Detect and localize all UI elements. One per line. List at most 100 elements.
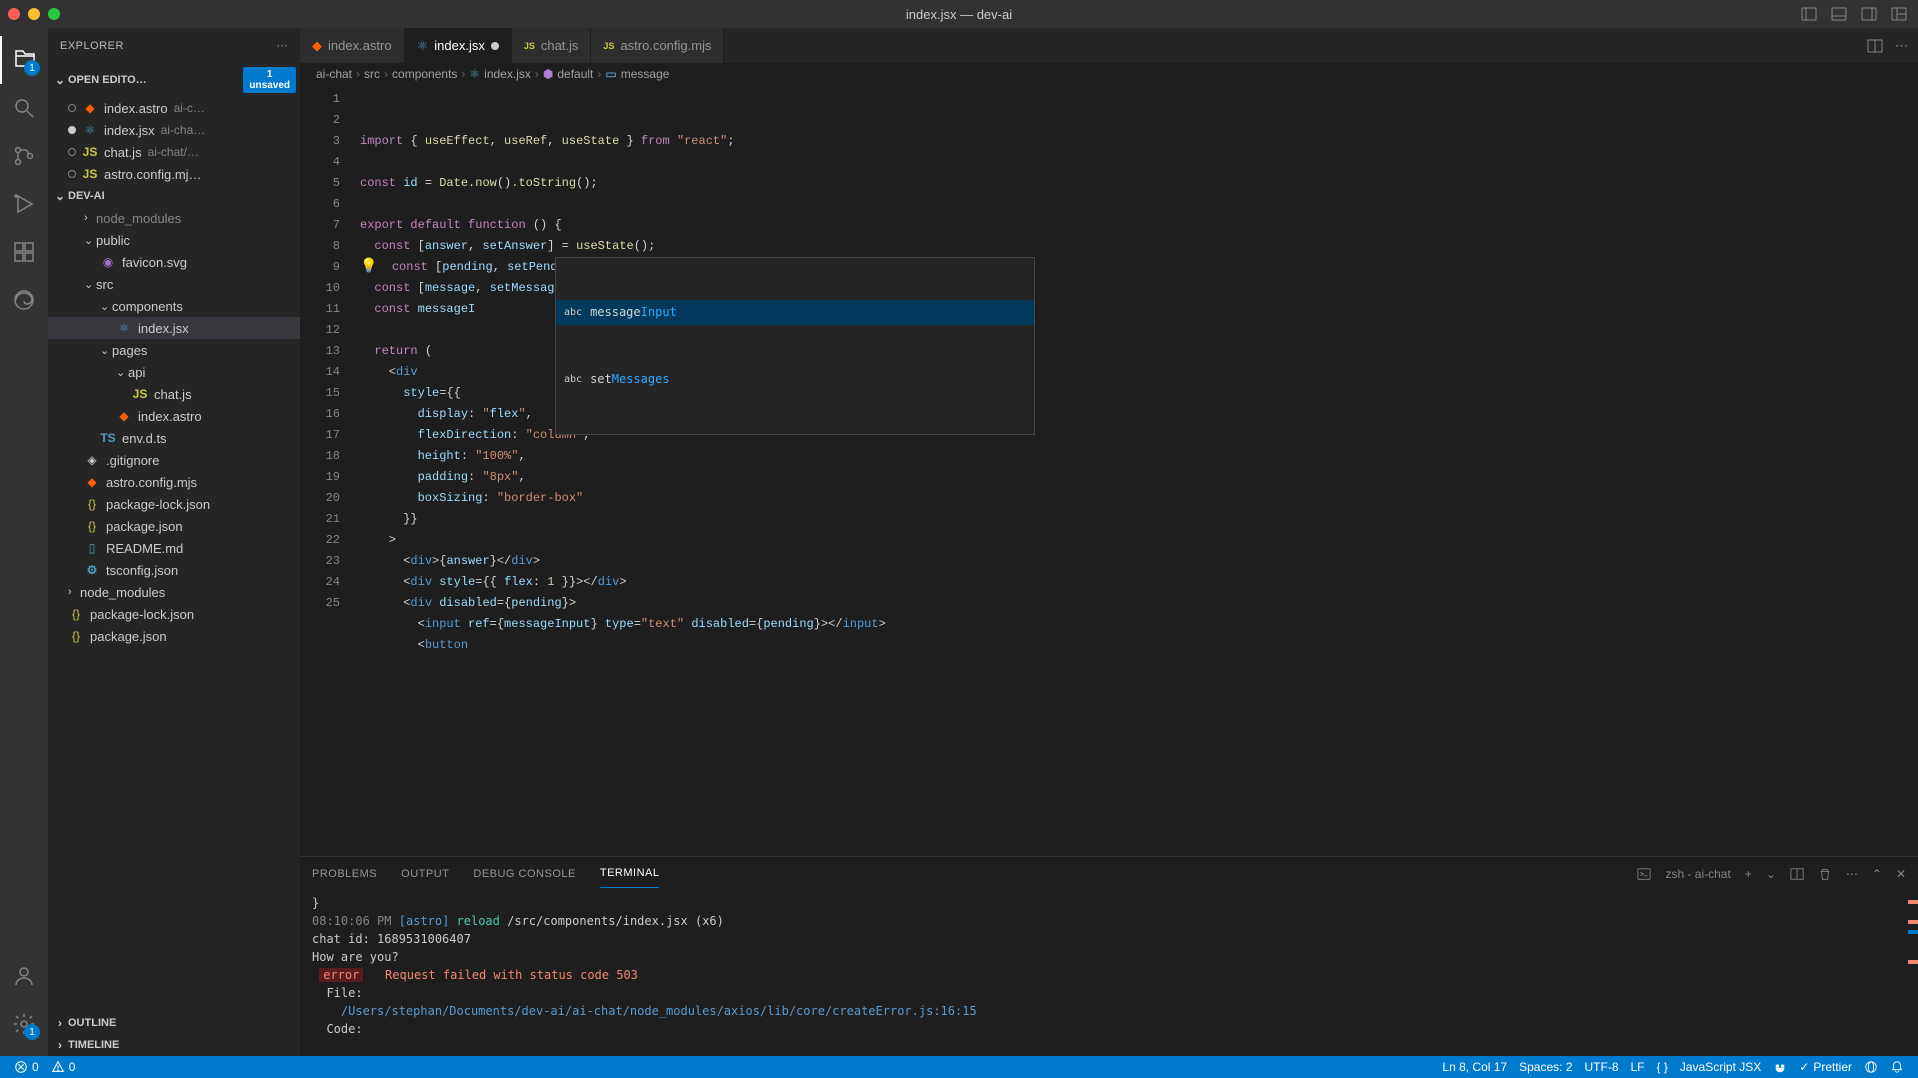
terminal-output[interactable]: } 08:10:06 PM [astro] reload /src/compon… (300, 890, 1918, 1056)
status-prettier[interactable]: ✓Prettier (1793, 1060, 1858, 1074)
folder-item[interactable]: ⌄pages (48, 339, 300, 361)
folder-item[interactable]: ⌄components (48, 295, 300, 317)
symbol-text-icon: abc (564, 302, 582, 323)
more-actions-icon[interactable]: ⋯ (1895, 38, 1908, 54)
status-eol[interactable]: LF (1625, 1060, 1651, 1074)
activity-settings[interactable]: 1 (0, 1000, 48, 1048)
close-editor-icon[interactable] (68, 148, 76, 156)
status-warnings[interactable]: 0 (45, 1056, 82, 1078)
activity-edge[interactable] (0, 276, 48, 324)
file-item[interactable]: ◆astro.config.mjs (48, 471, 300, 493)
titlebar: index.jsx — dev-ai (0, 0, 1918, 28)
status-indentation[interactable]: Spaces: 2 (1513, 1060, 1578, 1074)
status-encoding[interactable]: UTF-8 (1579, 1060, 1625, 1074)
folder-item[interactable]: ⌄api (48, 361, 300, 383)
lightbulb-icon[interactable]: 💡 (360, 259, 377, 275)
maximize-window-button[interactable] (48, 8, 60, 20)
panel-tab-output[interactable]: OUTPUT (401, 860, 449, 888)
more-icon[interactable]: ⋯ (277, 39, 289, 52)
tab-index-jsx[interactable]: ⚛ index.jsx (405, 28, 512, 63)
timeline-section[interactable]: › TIMELINE (48, 1034, 300, 1056)
status-feedback-icon[interactable] (1858, 1060, 1884, 1074)
activity-search[interactable] (0, 84, 48, 132)
tab-chat-js[interactable]: JS chat.js (512, 28, 592, 63)
file-item[interactable]: {}package-lock.json (48, 493, 300, 515)
svg-file-icon: ◉ (100, 254, 116, 270)
outline-section[interactable]: › OUTLINE (48, 1012, 300, 1034)
file-item[interactable]: {}package.json (48, 515, 300, 537)
activity-accounts[interactable] (0, 952, 48, 1000)
close-window-button[interactable] (8, 8, 20, 20)
file-item[interactable]: JSchat.js (48, 383, 300, 405)
folder-item[interactable]: ⌄public (48, 229, 300, 251)
breadcrumb-item[interactable]: src (364, 67, 380, 81)
chevron-down-icon: ⌄ (52, 73, 68, 87)
intellisense-popup[interactable]: abc messageInput abc setMessages (555, 257, 1035, 435)
line-numbers: 1234567891011121314151617181920212223242… (300, 85, 360, 856)
breadcrumb-item[interactable]: ai-chat (316, 67, 352, 81)
layout-sidebar-left-icon[interactable] (1798, 3, 1820, 25)
folder-item[interactable]: ⌄src (48, 273, 300, 295)
more-icon[interactable]: ⋯ (1846, 867, 1858, 881)
folder-item[interactable]: ›node_modules (48, 581, 300, 603)
breadcrumb-item[interactable]: components (392, 67, 457, 81)
breadcrumb-item[interactable]: ▭ message (605, 67, 669, 81)
file-item[interactable]: {}package-lock.json (48, 603, 300, 625)
layout-sidebar-right-icon[interactable] (1858, 3, 1880, 25)
activity-source-control[interactable] (0, 132, 48, 180)
layout-panel-icon[interactable] (1828, 3, 1850, 25)
activity-extensions[interactable] (0, 228, 48, 276)
project-section[interactable]: ⌄ DEV-AI (48, 185, 300, 207)
file-item[interactable]: TSenv.d.ts (48, 427, 300, 449)
status-bell-icon[interactable] (1884, 1060, 1910, 1074)
status-language[interactable]: JavaScript JSX (1674, 1060, 1767, 1074)
terminal-label[interactable]: zsh - ai-chat (1665, 867, 1730, 881)
editor-body[interactable]: 1234567891011121314151617181920212223242… (300, 85, 1918, 856)
code-content[interactable]: import { useEffect, useRef, useState } f… (360, 85, 1918, 856)
suggest-item[interactable]: abc setMessages (556, 367, 1034, 392)
tab-astro-config[interactable]: JS astro.config.mjs (591, 28, 724, 63)
file-item[interactable]: ▯README.md (48, 537, 300, 559)
open-editor-item[interactable]: ◆ index.astro ai-c… (48, 97, 300, 119)
open-editor-item[interactable]: ⚛ index.jsx ai-cha… (48, 119, 300, 141)
chevron-right-icon: › (52, 1016, 68, 1030)
customize-layout-icon[interactable] (1888, 3, 1910, 25)
close-editor-icon[interactable] (68, 170, 76, 178)
folder-item[interactable]: ›node_modules (48, 207, 300, 229)
kill-terminal-icon[interactable] (1818, 867, 1832, 881)
open-editor-item[interactable]: JS astro.config.mj… (48, 163, 300, 185)
file-item[interactable]: ◆index.astro (48, 405, 300, 427)
status-errors[interactable]: 0 (8, 1056, 45, 1078)
maximize-panel-icon[interactable]: ⌃ (1872, 867, 1882, 881)
terminal-profile-icon[interactable] (1637, 867, 1651, 881)
breadcrumb-item[interactable]: ⬢ default (543, 67, 594, 81)
tsconfig-file-icon: ⚙ (84, 562, 100, 578)
terminal-dropdown-icon[interactable]: ⌄ (1766, 867, 1776, 881)
status-language-braces-icon[interactable]: { } (1651, 1060, 1674, 1074)
close-editor-icon[interactable] (68, 104, 76, 112)
suggest-item[interactable]: abc messageInput (556, 300, 1034, 325)
minimize-window-button[interactable] (28, 8, 40, 20)
activity-run-debug[interactable] (0, 180, 48, 228)
file-item[interactable]: ◉favicon.svg (48, 251, 300, 273)
file-item[interactable]: ◈.gitignore (48, 449, 300, 471)
tab-index-astro[interactable]: ◆ index.astro (300, 28, 405, 63)
react-file-icon: ⚛ (116, 320, 132, 336)
file-item[interactable]: {}package.json (48, 625, 300, 647)
panel-tab-debug-console[interactable]: DEBUG CONSOLE (473, 860, 575, 888)
new-terminal-icon[interactable]: + (1745, 867, 1752, 881)
file-item[interactable]: ⚛index.jsx (48, 317, 300, 339)
status-copilot-icon[interactable] (1767, 1060, 1793, 1074)
status-cursor-position[interactable]: Ln 8, Col 17 (1436, 1060, 1513, 1074)
panel-tab-terminal[interactable]: TERMINAL (600, 859, 660, 888)
split-terminal-icon[interactable] (1790, 867, 1804, 881)
split-editor-icon[interactable] (1867, 38, 1883, 54)
open-editor-item[interactable]: JS chat.js ai-chat/… (48, 141, 300, 163)
panel-tab-problems[interactable]: PROBLEMS (312, 860, 377, 888)
file-item[interactable]: ⚙tsconfig.json (48, 559, 300, 581)
breadcrumb[interactable]: ai-chat› src› components› ⚛ index.jsx› ⬢… (300, 63, 1918, 85)
open-editors-section[interactable]: ⌄ OPEN EDITO… 1 unsaved (48, 63, 300, 97)
breadcrumb-item[interactable]: ⚛ index.jsx (469, 67, 530, 81)
activity-explorer[interactable]: 1 (0, 36, 48, 84)
close-panel-icon[interactable]: ✕ (1896, 867, 1906, 881)
